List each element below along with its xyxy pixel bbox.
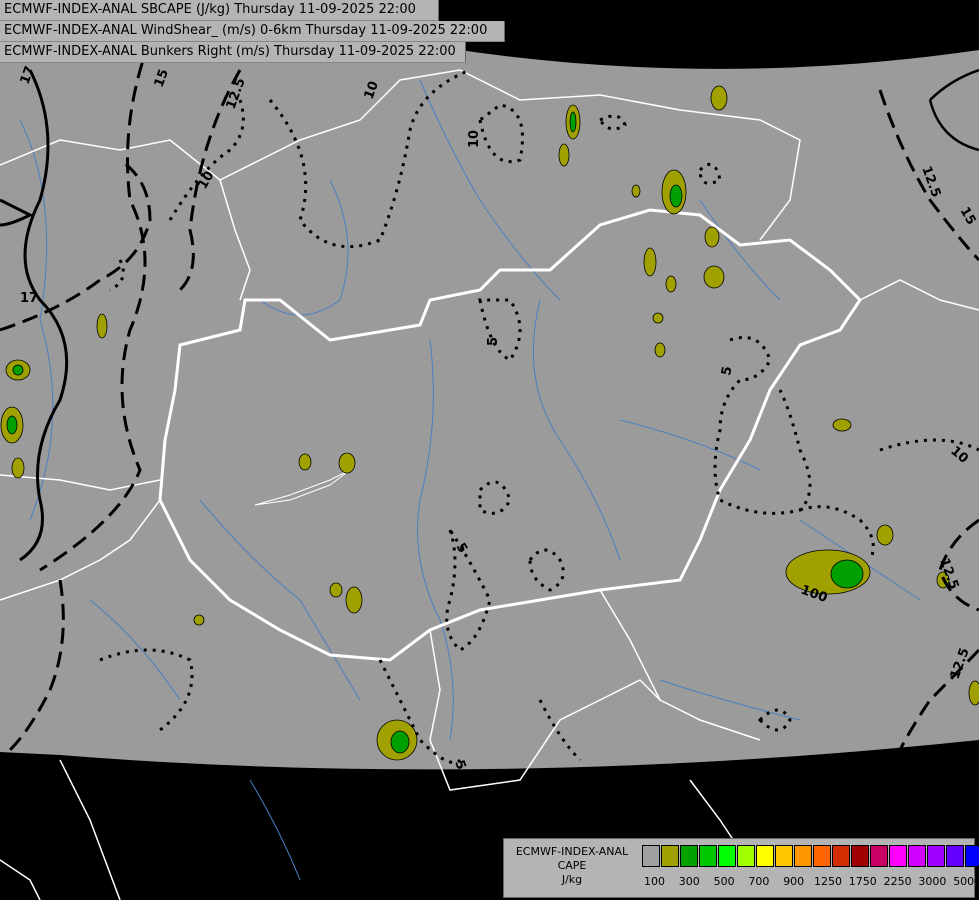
legend-swatch (927, 845, 945, 867)
contour-label: 17 (20, 291, 38, 306)
legend-swatch (642, 845, 660, 867)
legend-tick-label: 500 (713, 875, 735, 888)
legend-tick-label: 700 (748, 875, 770, 888)
title-sbcape: ECMWF-INDEX-ANAL SBCAPE (J/kg) Thursday … (0, 0, 439, 21)
legend-swatch (680, 845, 698, 867)
legend-title: ECMWF-INDEX-ANAL CAPE J/kg (504, 845, 640, 887)
legend-swatch (661, 845, 679, 867)
legend-swatch (794, 845, 812, 867)
legend-swatch (775, 845, 793, 867)
legend-swatch (756, 845, 774, 867)
model-domain-area (0, 0, 979, 770)
map-titles: ECMWF-INDEX-ANAL SBCAPE (J/kg) Thursday … (0, 0, 505, 63)
legend-title-line: J/kg (561, 873, 583, 886)
legend-swatch (737, 845, 755, 867)
legend-labels: 100 300 500 700 900 1250 1750 2250 3000 5000 (642, 875, 979, 889)
legend-tick-label: 300 (678, 875, 700, 888)
legend-swatch (813, 845, 831, 867)
legend-swatch (699, 845, 717, 867)
legend-tick-label: 3000 (918, 875, 947, 888)
contour-label: 10 (467, 130, 482, 148)
legend-swatch (889, 845, 907, 867)
contour-label: 5 (486, 337, 501, 346)
legend-tick-label: 5000 (953, 875, 979, 888)
legend-swatch (946, 845, 964, 867)
legend-swatch (718, 845, 736, 867)
map-canvas: 17 15 12.5 10 10 10 12.5 15 17 5 5 5 10 … (0, 0, 979, 900)
legend-swatch (908, 845, 926, 867)
title-windshear: ECMWF-INDEX-ANAL WindShear_ (m/s) 0-6km … (0, 21, 505, 42)
legend-swatch (965, 845, 979, 867)
legend-tick-label: 1250 (814, 875, 842, 888)
legend-swatch (870, 845, 888, 867)
legend-tick-label: 1750 (848, 875, 877, 888)
legend-tick-label: 100 (644, 875, 665, 888)
legend-tick-label: 2250 (883, 875, 912, 888)
cape-legend: ECMWF-INDEX-ANAL CAPE J/kg 100 300 500 700 9… (503, 838, 979, 898)
legend-swatches (642, 845, 979, 867)
legend-swatch (851, 845, 869, 867)
title-bunkers: ECMWF-INDEX-ANAL Bunkers Right (m/s) Thu… (0, 42, 466, 63)
legend-title-line: CAPE (557, 859, 587, 872)
legend-title-line: ECMWF-INDEX-ANAL (515, 845, 629, 858)
legend-swatch (832, 845, 850, 867)
legend-tick-label: 900 (783, 875, 805, 888)
